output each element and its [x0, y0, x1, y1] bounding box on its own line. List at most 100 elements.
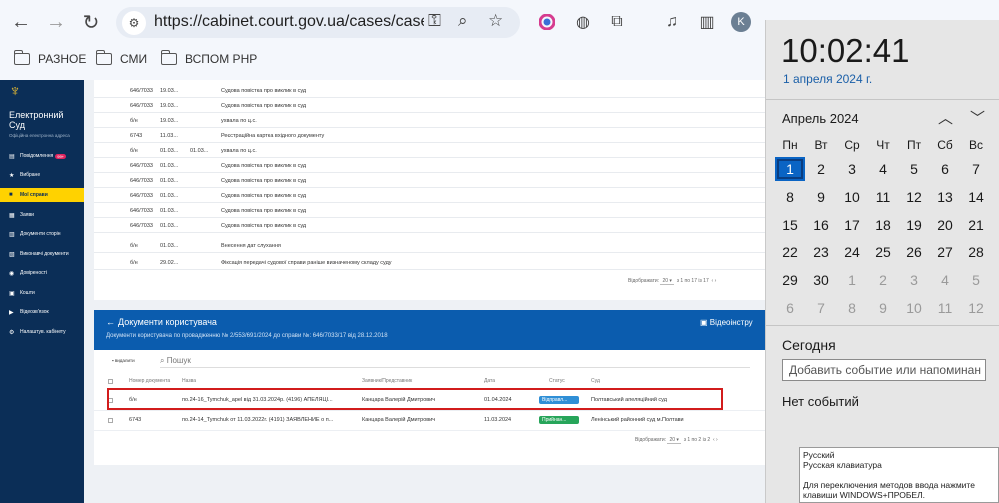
extension-color-icon[interactable] — [537, 12, 557, 32]
calendar-day[interactable]: 13 — [930, 185, 960, 209]
calendar-day[interactable]: 12 — [899, 185, 929, 209]
calendar-day[interactable]: 23 — [806, 240, 836, 264]
calendar-day-next-month[interactable]: 1 — [837, 268, 867, 292]
forward-button[interactable]: → — [42, 8, 70, 36]
calendar-day-next-month[interactable]: 6 — [775, 296, 805, 320]
table-row[interactable]: 646/7033 01.03... Судова повістка про викл… — [94, 188, 765, 203]
prev-page-icon[interactable]: ‹ — [712, 278, 714, 284]
calendar-day-next-month[interactable]: 2 — [868, 268, 898, 292]
back-button[interactable]: ← — [7, 8, 35, 36]
video-instruction-link[interactable]: ▣ Відеоінстру — [700, 318, 753, 327]
sidebar-item-notifications[interactable]: ▤ Повідомлення 99+ — [0, 149, 84, 163]
calendar-day-next-month[interactable]: 12 — [961, 296, 991, 320]
table-row[interactable]: 6743 11.03... Реєстраційна картка вхідного… — [94, 128, 765, 143]
table-row[interactable]: 646/7033 01.03... Судова повістка про викл… — [94, 158, 765, 173]
next-page-icon[interactable]: › — [716, 437, 718, 443]
calendar-day-next-month[interactable]: 4 — [930, 268, 960, 292]
calendar-day[interactable]: 6 — [930, 157, 960, 181]
table-row[interactable]: б/н 29.02... Фіксація передачі судової спр… — [94, 255, 765, 270]
calendar-day-next-month[interactable]: 9 — [868, 296, 898, 320]
back-arrow-icon[interactable]: ← — [106, 317, 115, 327]
calendar-day[interactable]: 20 — [930, 213, 960, 237]
calendar-day[interactable]: 21 — [961, 213, 991, 237]
calendar-day[interactable]: 3 — [837, 157, 867, 181]
table-row[interactable]: 646/7033 19.03... Судова повістка про викл… — [94, 98, 765, 113]
column-header[interactable]: Дата — [484, 378, 495, 384]
calendar-day-next-month[interactable]: 10 — [899, 296, 929, 320]
column-header[interactable]: Номер документа — [129, 378, 170, 384]
next-page-icon[interactable]: › — [715, 278, 717, 284]
calendar-day-today[interactable]: 1 — [775, 157, 805, 181]
calendar-day[interactable]: 18 — [868, 213, 898, 237]
media-queue-icon[interactable]: ♫ — [662, 12, 682, 32]
page-size-select[interactable]: 20 ▾ — [660, 278, 674, 285]
select-all-checkbox[interactable] — [108, 379, 113, 384]
sidebar-item-enforcement-docs[interactable]: ▧ Виконавчі документи — [0, 247, 84, 261]
calendar-day-next-month[interactable]: 3 — [899, 268, 929, 292]
calendar-day[interactable]: 7 — [961, 157, 991, 181]
calendar-day[interactable]: 10 — [837, 185, 867, 209]
sidebar-item-my-cases[interactable]: ■ Мої справи — [0, 188, 84, 202]
add-event-input[interactable]: Добавить событие или напоминан — [782, 359, 986, 381]
page-size-select[interactable]: 20 ▾ — [667, 437, 681, 444]
side-panel-icon[interactable]: ▥ — [697, 12, 717, 32]
doc-name[interactable]: по.24-14_Tymchuk от 11.03.2022г. (4191) … — [182, 417, 333, 423]
row-checkbox[interactable] — [108, 418, 113, 423]
calendar-day[interactable]: 27 — [930, 240, 960, 264]
sidebar-item-video[interactable]: ▶ Відеозв'язок — [0, 305, 84, 319]
sidebar-item-applications[interactable]: ▦ Заяви — [0, 208, 84, 222]
calendar-day[interactable]: 29 — [775, 268, 805, 292]
bookmark-star-icon[interactable]: ☆ — [488, 11, 503, 31]
calendar-day[interactable]: 28 — [961, 240, 991, 264]
calendar-day[interactable]: 4 — [868, 157, 898, 181]
table-row[interactable]: 6743 по.24-14_Tymchuk от 11.03.2022г. (4… — [94, 411, 765, 431]
sidebar-item-powers-of-attorney[interactable]: ◉ Довіреності — [0, 266, 84, 280]
calendar-day[interactable]: 17 — [837, 213, 867, 237]
calendar-day[interactable]: 15 — [775, 213, 805, 237]
zoom-icon[interactable]: ⌕ — [458, 11, 468, 31]
table-row[interactable]: 646/7033 19.03... Судова повістка про викл… — [94, 83, 765, 98]
extensions-puzzle-icon[interactable]: ⧉ — [607, 12, 627, 32]
reload-button[interactable]: ↻ — [77, 8, 105, 36]
calendar-day[interactable]: 24 — [837, 240, 867, 264]
table-row[interactable]: б/н 01.03... Внесення дат слухання — [94, 238, 765, 253]
calendar-day[interactable]: 8 — [775, 185, 805, 209]
calendar-day-next-month[interactable]: 11 — [930, 296, 960, 320]
table-row[interactable]: 646/7033 01.03... Судова повістка про викл… — [94, 203, 765, 218]
calendar-day[interactable]: 11 — [868, 185, 898, 209]
calendar-month[interactable]: Апрель 2024 — [782, 111, 859, 126]
bookmark-folder-php[interactable]: ВСПОМ PHP — [161, 50, 257, 66]
search-input[interactable]: ⌕ Пошук — [160, 356, 750, 368]
table-row[interactable]: 646/7033 01.03... Судова повістка про викл… — [94, 218, 765, 233]
table-row[interactable]: 646/7033 01.03... Судова повістка про викл… — [94, 173, 765, 188]
sidebar-item-favorites[interactable]: ★ Вибране — [0, 168, 84, 182]
column-header[interactable]: Статус — [549, 378, 565, 384]
key-icon[interactable]: ⚿ — [428, 11, 441, 31]
calendar-day[interactable]: 22 — [775, 240, 805, 264]
previous-month-chevron-up-icon[interactable]: ︿ — [938, 107, 953, 128]
next-month-chevron-down-icon[interactable]: ﹀ — [970, 107, 985, 128]
calendar-day-next-month[interactable]: 8 — [837, 296, 867, 320]
calendar-day[interactable]: 30 — [806, 268, 836, 292]
url-text[interactable]: https://cabinet.court.gov.ua/cases/case=… — [154, 13, 424, 31]
calendar-day[interactable]: 5 — [899, 157, 929, 181]
calendar-day[interactable]: 9 — [806, 185, 836, 209]
sidebar-item-funds[interactable]: ▣ Кошти — [0, 286, 84, 300]
address-bar[interactable]: ⚙ https://cabinet.court.gov.ua/cases/cas… — [116, 7, 520, 38]
calendar-day[interactable]: 2 — [806, 157, 836, 181]
column-header[interactable]: Заявник/Представник — [362, 378, 412, 384]
globe-extension-icon[interactable]: ◍ — [573, 12, 593, 32]
calendar-day-next-month[interactable]: 5 — [961, 268, 991, 292]
table-row[interactable]: б/н 01.03... 01.03... ухвала по ц.с. — [94, 143, 765, 158]
sidebar-item-party-documents[interactable]: ▥ Документи сторін — [0, 227, 84, 241]
calendar-day[interactable]: 14 — [961, 185, 991, 209]
sidebar-item-settings[interactable]: ⚙ Налаштув. кабінету — [0, 325, 84, 339]
calendar-day[interactable]: 25 — [868, 240, 898, 264]
prev-page-icon[interactable]: ‹ — [713, 437, 715, 443]
column-header[interactable]: Суд — [591, 378, 600, 384]
table-row[interactable]: б/н 19.03... ухвала по ц.с. — [94, 113, 765, 128]
calendar-day[interactable]: 19 — [899, 213, 929, 237]
bookmark-folder-raznoe[interactable]: РАЗНОЕ — [14, 50, 86, 66]
delete-button[interactable]: ▪ видалити — [112, 358, 135, 363]
calendar-day-next-month[interactable]: 7 — [806, 296, 836, 320]
